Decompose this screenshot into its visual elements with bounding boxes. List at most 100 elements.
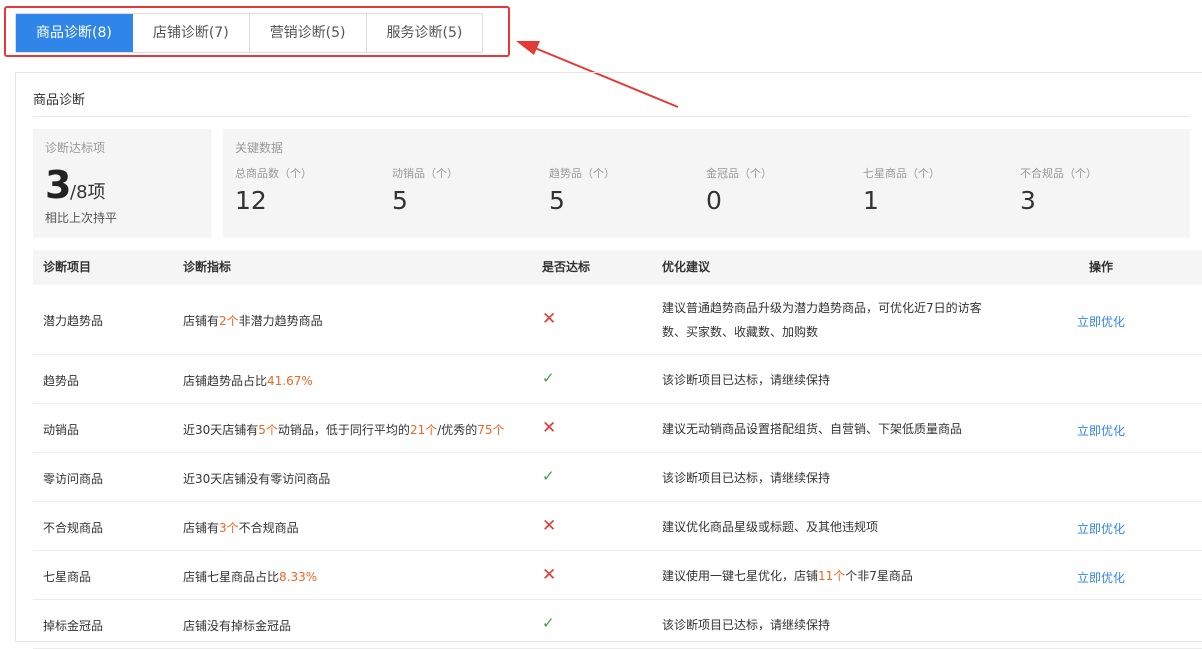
suggestion-line: 建议优化商品星级或标题、及其他违规项 <box>662 515 878 539</box>
metric-label: 七星商品（个） <box>863 167 940 180</box>
text-segment: 动销品，低于同行平均的 <box>277 422 410 437</box>
col-header-action: 操作 <box>1089 260 1114 274</box>
table-row: 趋势品 店铺趋势品占比41.67% ✓ 该诊断项目已达标，请继续保持 <box>33 355 1202 404</box>
metric-value: 12 <box>235 186 267 215</box>
metric-seven-star-products: 七星商品（个） 1 <box>863 165 940 215</box>
fail-cross-icon: ✕ <box>542 309 557 329</box>
optimization-suggestion: 建议无动销商品设置搭配组货、自营销、下架低质量商品 <box>662 417 962 441</box>
table-row: 七星商品 店铺七星商品占比8.33% ✕ 建议使用一键七星优化，店铺11个个非7星商品… <box>33 551 1202 600</box>
col-header-item: 诊断项目 <box>43 260 92 274</box>
text-segment: 店铺有 <box>183 314 220 328</box>
metric-gold-crown-products: 金冠品（个） 0 <box>706 165 772 215</box>
highlighted-value: 75个 <box>477 422 505 437</box>
diagnosis-item: 动销品 <box>43 422 80 437</box>
diagnosis-metric: 店铺没有掉标金冠品 <box>183 617 291 634</box>
optimize-now-link[interactable]: 立即优化 <box>1077 520 1125 537</box>
suggestion-line: 建议普通趋势商品升级为潜力趋势商品，可优化近7日的访客 <box>662 296 982 320</box>
product-diagnosis-panel: 商品诊断 诊断达标项 3 /8项 相比上次持平 关键数据 总商品数（个） 12 … <box>15 72 1202 649</box>
pass-check-icon: ✓ <box>542 368 555 387</box>
diagnosis-item: 不合规商品 <box>43 520 104 535</box>
text-segment: 建议优化商品星级或标题、及其他违规项 <box>662 519 879 534</box>
text-segment: 建议无动销商品设置搭配组货、自营销、下架低质量商品 <box>662 421 963 436</box>
fail-cross-icon: ✕ <box>542 564 557 585</box>
metric-label: 不合规品（个） <box>1020 167 1097 180</box>
suggestion-line: 建议使用一键七星优化，店铺11个个非7星商品 <box>662 564 913 588</box>
metric-label: 金冠品（个） <box>706 167 772 180</box>
text-segment: 该诊断项目已达标，请继续保持 <box>662 617 831 632</box>
table-row: 潜力趋势品 店铺有2个非潜力趋势商品 ✕ 建议普通趋势商品升级为潜力趋势商品，可优化近… <box>33 285 1202 355</box>
highlighted-value: 3个 <box>219 520 239 535</box>
text-segment: 店铺没有掉标金冠品 <box>183 618 292 633</box>
diagnosis-item: 零访问商品 <box>43 471 104 486</box>
divider <box>33 116 1190 117</box>
optimization-suggestion: 该诊断项目已达标，请继续保持 <box>662 368 830 392</box>
optimization-suggestion: 建议普通趋势商品升级为潜力趋势商品，可优化近7日的访客数、买家数、收藏数、加购数 <box>662 296 982 344</box>
annotation-highlight-box <box>4 6 510 57</box>
summary-label: 诊断达标项 <box>45 141 106 155</box>
optimization-suggestion: 建议使用一键七星优化，店铺11个个非7星商品 <box>662 564 913 588</box>
fail-cross-icon: ✕ <box>542 417 557 438</box>
suggestion-line: 建议无动销商品设置搭配组货、自营销、下架低质量商品 <box>662 417 962 441</box>
text-segment: 近30天店铺没有零访问商品 <box>183 471 331 486</box>
optimization-suggestion: 该诊断项目已达标，请继续保持 <box>662 466 830 490</box>
table-row: 动销品 近30天店铺有5个动销品，低于同行平均的21个/优秀的75个 ✕ 建议无动销商… <box>33 404 1202 453</box>
suggestion-line: 数、买家数、收藏数、加购数 <box>662 320 982 344</box>
text-segment: 不合规商品 <box>238 520 299 535</box>
summary-total: /8项 <box>70 182 106 203</box>
suggestion-line: 该诊断项目已达标，请继续保持 <box>662 613 830 637</box>
diagnosis-metric: 店铺七星商品占比8.33% <box>183 568 317 585</box>
diagnosis-metric: 近30天店铺有5个动销品，低于同行平均的21个/优秀的75个 <box>183 421 505 438</box>
summary-card: 诊断达标项 3 /8项 相比上次持平 <box>33 129 211 238</box>
diagnosis-item: 潜力趋势品 <box>43 314 104 328</box>
metric-label: 总商品数（个） <box>235 167 312 180</box>
highlighted-value: 41.67% <box>267 373 313 388</box>
suggestion-line: 该诊断项目已达标，请继续保持 <box>662 466 830 490</box>
text-segment: 建议使用一键七星优化，店铺 <box>662 568 819 583</box>
fail-cross-icon: ✕ <box>542 515 557 536</box>
optimize-now-link[interactable]: 立即优化 <box>1077 422 1125 439</box>
pass-check-icon: ✓ <box>542 613 555 632</box>
diagnosis-metric: 店铺有3个不合规商品 <box>183 519 299 536</box>
text-segment: 该诊断项目已达标，请继续保持 <box>662 470 831 485</box>
highlighted-value: 2个 <box>219 314 239 328</box>
text-segment: 非潜力趋势商品 <box>238 314 323 328</box>
optimize-now-link[interactable]: 立即优化 <box>1077 313 1125 330</box>
key-data-label: 关键数据 <box>235 141 284 155</box>
text-segment: 该诊断项目已达标，请继续保持 <box>662 372 831 387</box>
highlighted-value: 8.33% <box>279 569 318 584</box>
optimization-suggestion: 该诊断项目已达标，请继续保持 <box>662 613 830 637</box>
table-row: 掉标金冠品 店铺没有掉标金冠品 ✓ 该诊断项目已达标，请继续保持 <box>33 600 1202 649</box>
diagnosis-item: 七星商品 <box>43 569 92 584</box>
metric-noncompliant-products: 不合规品（个） 3 <box>1020 165 1097 215</box>
metric-value: 1 <box>863 186 879 215</box>
text-segment: 个非7星商品 <box>845 568 913 583</box>
diagnosis-item: 掉标金冠品 <box>43 618 104 633</box>
highlighted-value: 21个 <box>409 422 438 437</box>
text-segment: 数、买家数、收藏数、加购数 <box>662 325 819 339</box>
suggestion-line: 该诊断项目已达标，请继续保持 <box>662 368 830 392</box>
panel-title: 商品诊断 <box>33 93 86 108</box>
metric-trend-products: 趋势品（个） 5 <box>549 165 615 215</box>
table-row: 零访问商品 近30天店铺没有零访问商品 ✓ 该诊断项目已达标，请继续保持 <box>33 453 1202 502</box>
metric-moving-products: 动销品（个） 5 <box>392 165 458 215</box>
metric-label: 趋势品（个） <box>549 167 615 180</box>
pass-check-icon: ✓ <box>542 466 555 485</box>
col-header-pass: 是否达标 <box>542 260 591 274</box>
optimize-now-link[interactable]: 立即优化 <box>1077 569 1125 586</box>
metric-value: 5 <box>392 186 408 215</box>
metric-total-products: 总商品数（个） 12 <box>235 165 312 215</box>
text-segment: 店铺有 <box>183 520 220 535</box>
text-segment: 店铺趋势品占比 <box>183 373 268 388</box>
diagnosis-metric: 近30天店铺没有零访问商品 <box>183 470 330 487</box>
col-header-metric: 诊断指标 <box>183 260 232 274</box>
diagnosis-item: 趋势品 <box>43 373 80 388</box>
optimization-suggestion: 建议优化商品星级或标题、及其他违规项 <box>662 515 878 539</box>
highlighted-value: 5个 <box>258 422 278 437</box>
table-header: 诊断项目 诊断指标 是否达标 优化建议 操作 <box>33 250 1202 285</box>
key-data-card: 关键数据 总商品数（个） 12 动销品（个） 5 趋势品（个） 5 金冠品（个）… <box>223 129 1190 238</box>
text-segment: 店铺七星商品占比 <box>183 569 280 584</box>
text-segment: 近30天店铺有 <box>183 422 259 437</box>
diagnosis-metric: 店铺趋势品占比41.67% <box>183 372 313 389</box>
diagnosis-metric: 店铺有2个非潜力趋势商品 <box>183 312 323 329</box>
metric-label: 动销品（个） <box>392 167 458 180</box>
